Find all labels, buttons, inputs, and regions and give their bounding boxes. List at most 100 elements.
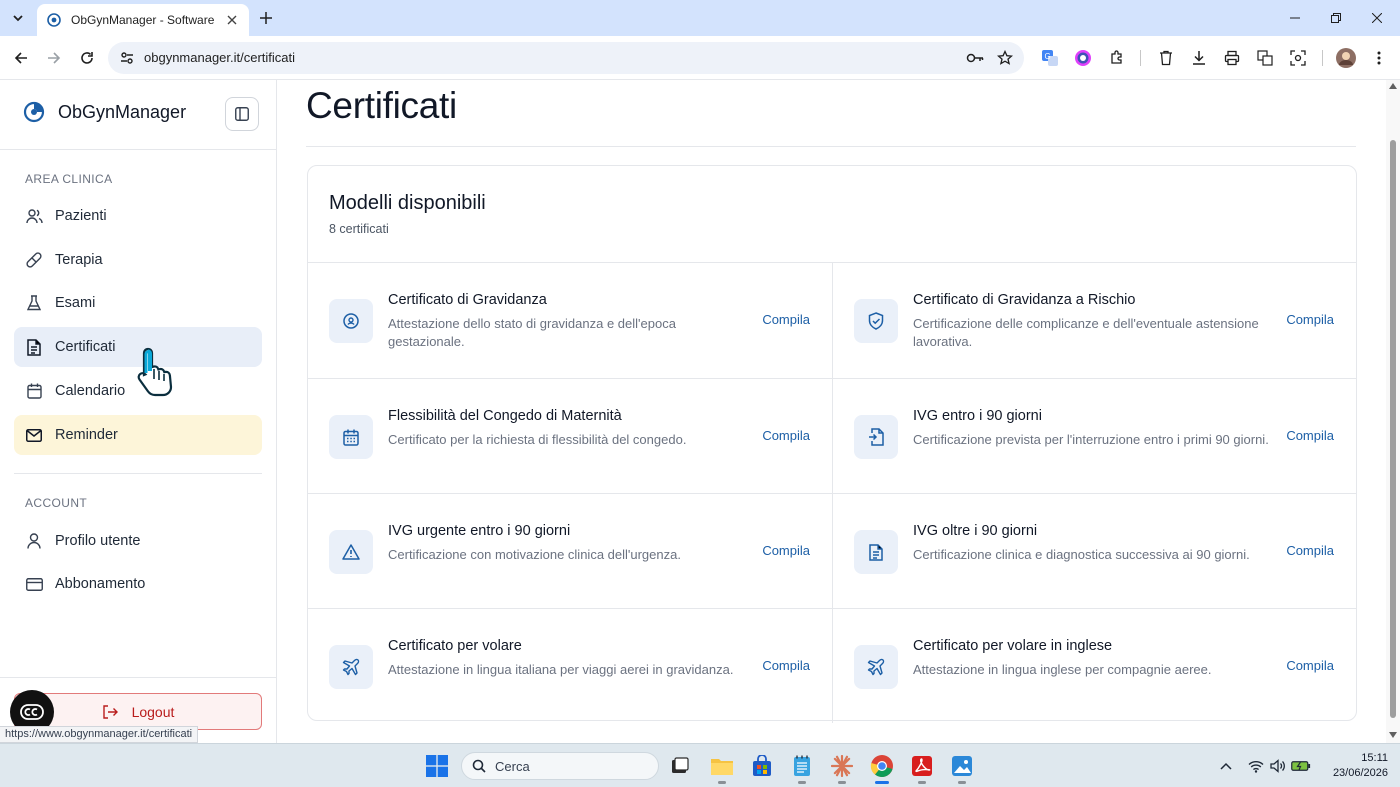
chrome-icon	[870, 755, 893, 777]
sidebar-divider	[0, 149, 276, 150]
link-status-bubble: https://www.obgynmanager.it/certificati	[0, 726, 199, 743]
sidebar-item-profilo-utente[interactable]: Profilo utente	[14, 521, 262, 561]
notepad-icon	[794, 755, 810, 776]
page-scrollbar[interactable]	[1386, 80, 1400, 743]
compila-link[interactable]: Compila	[1286, 312, 1334, 327]
certificate-title: IVG entro i 90 giorni	[913, 408, 1042, 424]
compila-link[interactable]: Compila	[1286, 428, 1334, 443]
certificate-title: Flessibilità del Congedo di Maternità	[388, 408, 622, 424]
collapse-sidebar-button[interactable]	[225, 97, 259, 131]
sidebar-item-label: Profilo utente	[55, 533, 141, 549]
download-icon[interactable]	[1189, 48, 1209, 68]
system-clock[interactable]: 15:11 23/06/2026	[1318, 751, 1388, 781]
compila-link[interactable]: Compila	[1286, 543, 1334, 558]
scrollbar-thumb[interactable]	[1390, 140, 1396, 718]
profile-avatar[interactable]	[1336, 48, 1356, 68]
start-button[interactable]	[423, 752, 451, 780]
show-hidden-icons-chevron-icon[interactable]	[1216, 756, 1236, 776]
scroll-down-icon[interactable]	[1389, 732, 1397, 740]
brand-name: ObGynManager	[58, 101, 187, 122]
volume-icon[interactable]	[1268, 756, 1288, 776]
sidebar-item-abbonamento[interactable]: Abbonamento	[14, 564, 262, 604]
taskbar-search-box[interactable]: Cerca	[461, 752, 659, 780]
compila-link[interactable]: Compila	[762, 658, 810, 673]
site-settings-icon[interactable]	[118, 49, 136, 67]
file-text-icon	[854, 530, 898, 574]
color-extension-icon[interactable]	[1073, 48, 1093, 68]
calendar-icon	[25, 382, 43, 400]
certificate-item: IVG entro i 90 giorni Certificazione pre…	[832, 378, 1356, 493]
sidebar-item-label: Pazienti	[55, 208, 107, 224]
browser-tab[interactable]: ObGynManager - Software Ges	[37, 4, 249, 36]
back-button[interactable]	[10, 47, 32, 69]
sidebar-item-label: Esami	[55, 295, 96, 311]
reload-button[interactable]	[76, 47, 98, 69]
restore-window-button[interactable]	[1313, 0, 1359, 36]
reload-icon	[81, 52, 93, 64]
minimize-icon	[1290, 17, 1300, 19]
photos-icon	[952, 756, 972, 776]
close-tab-icon[interactable]	[223, 11, 241, 29]
certificate-item: Flessibilità del Congedo di Maternità Ce…	[308, 378, 832, 493]
card-title: Modelli disponibili	[329, 192, 486, 214]
taskbar-acrobat[interactable]	[908, 752, 936, 784]
compila-link[interactable]: Compila	[762, 543, 810, 558]
svg-text:G: G	[1045, 52, 1051, 61]
trash-icon[interactable]	[1156, 48, 1176, 68]
translate-page-icon[interactable]	[1255, 48, 1275, 68]
new-tab-button[interactable]	[257, 9, 275, 27]
restore-icon	[1331, 13, 1341, 23]
certificate-title: IVG urgente entro i 90 giorni	[388, 523, 571, 539]
scroll-up-icon[interactable]	[1389, 83, 1397, 91]
taskbar-claude[interactable]	[828, 752, 856, 784]
compila-link[interactable]: Compila	[762, 312, 810, 327]
certificate-description: Certificazione clinica e diagnostica suc…	[913, 547, 1250, 562]
screenshot-lens-icon[interactable]	[1288, 48, 1308, 68]
translate-extension-icon[interactable]: G	[1040, 48, 1060, 68]
print-icon[interactable]	[1222, 48, 1242, 68]
title-divider	[306, 146, 1356, 147]
taskbar-photos[interactable]	[948, 752, 976, 784]
wifi-icon[interactable]	[1246, 756, 1266, 776]
section-label-clinical: AREA CLINICA	[25, 172, 113, 186]
compila-link[interactable]: Compila	[762, 428, 810, 443]
mail-icon	[25, 426, 43, 444]
taskbar-chrome[interactable]	[868, 752, 896, 784]
sidebar-item-terapia[interactable]: Terapia	[14, 240, 262, 280]
sidebar-item-pazienti[interactable]: Pazienti	[14, 196, 262, 236]
search-placeholder: Cerca	[495, 758, 530, 774]
brand[interactable]: ObGynManager	[22, 100, 186, 124]
forward-button[interactable]	[43, 47, 65, 69]
tab-search-button[interactable]	[8, 8, 28, 28]
compila-link[interactable]: Compila	[1286, 658, 1334, 673]
certificates-count: 8 certificati	[329, 222, 389, 236]
taskbar-notepad[interactable]	[788, 752, 816, 784]
arrow-right-icon	[48, 52, 61, 64]
address-bar[interactable]: obgynmanager.it/certificati	[108, 42, 1024, 74]
certificate-item: Certificato di Gravidanza Attestazione d…	[308, 263, 832, 378]
taskbar-store[interactable]	[748, 752, 776, 780]
section-label-account: ACCOUNT	[25, 496, 88, 510]
site-favicon-icon	[47, 13, 61, 27]
task-view-button[interactable]	[666, 752, 694, 780]
password-key-icon[interactable]	[966, 49, 984, 67]
plane-icon	[329, 645, 373, 689]
kebab-menu-icon[interactable]	[1369, 48, 1389, 68]
minimize-window-button[interactable]	[1272, 0, 1318, 36]
flask-icon	[25, 294, 43, 312]
plane-icon	[854, 645, 898, 689]
sidebar-item-label: Abbonamento	[55, 576, 146, 592]
sidebar-item-reminder[interactable]: Reminder	[14, 415, 262, 455]
certificates-card: Modelli disponibili 8 certificati Certif…	[307, 165, 1357, 723]
bookmark-star-icon[interactable]	[996, 49, 1014, 67]
close-window-button[interactable]	[1354, 0, 1400, 36]
taskbar-file-explorer[interactable]	[708, 752, 736, 784]
calendar-icon	[329, 415, 373, 459]
user-icon	[25, 532, 43, 550]
certificate-description: Attestazione in lingua inglese per compa…	[913, 662, 1212, 677]
sidebar-item-esami[interactable]: Esami	[14, 283, 262, 323]
credit-card-icon	[25, 575, 43, 593]
battery-charging-icon[interactable]	[1291, 756, 1311, 776]
certificate-description: Certificato per la richiesta di flessibi…	[388, 432, 687, 447]
extensions-puzzle-icon[interactable]	[1107, 48, 1127, 68]
